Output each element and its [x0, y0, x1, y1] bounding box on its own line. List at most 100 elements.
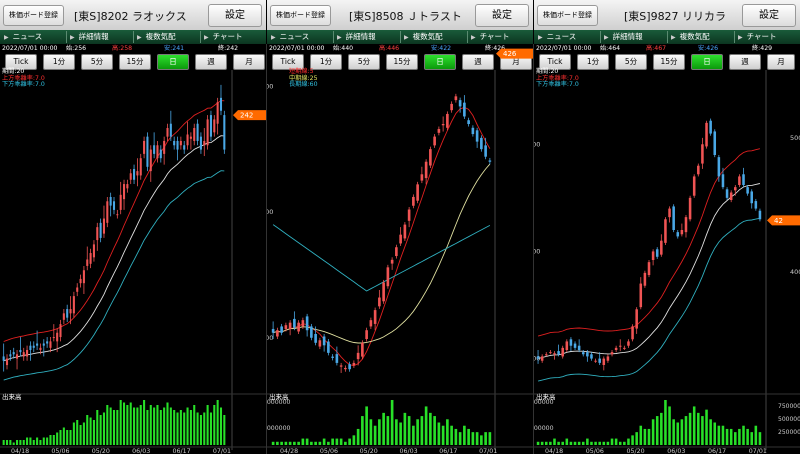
candle-body [136, 171, 139, 176]
candle-body [348, 364, 351, 370]
candle-body [335, 354, 339, 363]
volume-bar [610, 438, 614, 445]
candle-body [429, 149, 432, 166]
volume-bar [86, 415, 89, 445]
last-price-badge [767, 215, 800, 226]
volume-bar [356, 428, 360, 445]
candle-body [69, 309, 72, 314]
chart-panel-1: 株価ボード登録 [東S]8202 ラオックス 設定 ▶ ニュース ▶ 詳細情報 ▶ 複… [0, 0, 266, 454]
candle-body [301, 320, 305, 327]
x-tick-label: 07/01 [213, 448, 231, 454]
volume-bar [569, 441, 573, 445]
candle-body [156, 145, 159, 159]
volume-bar [467, 428, 470, 445]
candle-body [655, 249, 659, 257]
pencil-icon[interactable] [267, 432, 271, 444]
y-tick-label: 400 [790, 268, 800, 276]
candle-body [126, 184, 129, 189]
candle-body [433, 136, 436, 146]
candle-body [106, 201, 109, 223]
candle-body [129, 173, 132, 180]
volume-bar [276, 441, 279, 445]
volume-bar [126, 405, 129, 445]
candle-body [586, 352, 589, 357]
candle-body [573, 343, 577, 348]
candle-body [424, 161, 428, 179]
candle-body [729, 192, 733, 200]
volume-bar [631, 435, 634, 445]
candle-body [416, 184, 419, 201]
volume-bar [643, 428, 647, 445]
candle-body [412, 196, 415, 206]
y-tick-label: 500 [534, 140, 540, 148]
volume-bar [199, 415, 202, 445]
candle-body [569, 339, 573, 346]
volume-bar [139, 405, 142, 445]
volume-bar [69, 430, 72, 445]
volume-bar [339, 438, 343, 445]
volume-bar [136, 407, 139, 445]
candle-body [467, 120, 470, 125]
x-tick-label: 04/18 [545, 448, 563, 454]
candle-body [602, 358, 606, 365]
volume-bar [89, 417, 92, 445]
volume-bar [639, 425, 643, 445]
volume-bar [143, 400, 146, 445]
candle-body [549, 352, 552, 354]
y-tick-label: 300 [267, 208, 273, 216]
volume-bar [565, 438, 569, 445]
volume-bar [2, 440, 5, 445]
volume-bar [433, 416, 436, 445]
candle-body [403, 224, 407, 239]
volume-bar [484, 432, 487, 445]
volume-bar [49, 435, 52, 445]
volume-bar [196, 412, 199, 445]
volume-bar [705, 409, 708, 445]
candle-body [352, 362, 356, 366]
price-chart[interactable]: 500400300出来高4000000200000004/1805/0605/2… [534, 0, 800, 454]
candle-body [183, 145, 186, 150]
candle-body [2, 356, 5, 361]
candle-body [139, 158, 142, 176]
volume-bar [213, 405, 216, 445]
price-chart[interactable]: 400300200出来高200000001000000004/2805/0605… [267, 0, 533, 454]
candle-body [475, 130, 479, 142]
volume-bar [116, 410, 119, 445]
volume-bar [403, 412, 407, 445]
candle-body [606, 356, 610, 361]
volume-bar [742, 425, 745, 445]
volume-bar [79, 425, 82, 445]
volume-bar [26, 437, 29, 445]
candle-body [276, 330, 279, 337]
candle-body [223, 115, 226, 150]
candle-body [293, 318, 296, 328]
candle-body [36, 343, 39, 346]
volume-bar [412, 425, 415, 445]
volume-bar [206, 405, 209, 445]
volume-bar [66, 430, 69, 445]
candle-body [639, 283, 643, 308]
y-tick-label: 500 [790, 134, 800, 142]
volume-bar [72, 422, 75, 445]
candle-body [557, 351, 560, 355]
candle-body [378, 297, 381, 307]
price-chart[interactable]: 出来高 04/18 05/06 05/20 06/03 06/17 07/01 242 [0, 0, 266, 454]
volume-label: 出来高 [2, 392, 22, 401]
candle-body [206, 119, 209, 146]
candle-body [92, 244, 95, 258]
volume-bar [680, 419, 684, 445]
volume-bar [746, 428, 749, 445]
x-tick-label: 06/17 [708, 448, 726, 454]
candle-body [441, 124, 445, 126]
candle-body [32, 345, 35, 348]
candle-body [758, 210, 762, 220]
volume-bar [463, 425, 466, 445]
volume-bar [475, 432, 479, 445]
volume-bar [373, 425, 377, 445]
volume-bar [314, 441, 317, 445]
upper-envelope-line [537, 148, 761, 337]
volume-bar [754, 425, 758, 445]
volume-bar [717, 425, 721, 445]
volume-bar [331, 438, 334, 445]
candle-body [49, 341, 52, 348]
